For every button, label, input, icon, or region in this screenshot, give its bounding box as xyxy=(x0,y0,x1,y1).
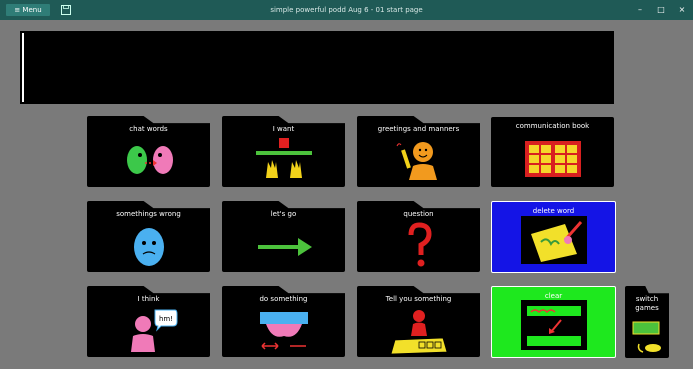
greetings-icon xyxy=(396,142,437,180)
tile-do-something[interactable]: do something xyxy=(222,286,345,357)
tile-question[interactable]: question xyxy=(357,201,480,272)
delete-word-icon xyxy=(520,216,587,264)
tile-label: clear xyxy=(544,292,563,300)
minimize-button[interactable]: – xyxy=(629,0,651,20)
title-bar: ≡ Menu simple powerful podd Aug 6 - 01 s… xyxy=(0,0,693,20)
tell-something-icon xyxy=(389,310,448,354)
close-button[interactable]: × xyxy=(671,0,693,20)
tile-label: switch games xyxy=(635,295,659,312)
chat-words-icon xyxy=(126,146,173,174)
tile-label: greetings and manners xyxy=(377,125,460,133)
arrow-right-icon xyxy=(257,238,312,256)
thinking-person-icon: hm! xyxy=(130,309,177,352)
tile-label: question xyxy=(403,210,434,218)
tile-label: somethings wrong xyxy=(116,210,181,218)
tile-tell-you-something[interactable]: Tell you something xyxy=(357,286,480,357)
question-mark-icon xyxy=(408,222,432,267)
hands-action-icon xyxy=(259,312,308,350)
tile-lets-go[interactable]: let's go xyxy=(222,201,345,272)
tile-label: I think xyxy=(137,295,160,303)
book-icon xyxy=(524,141,581,177)
message-window[interactable] xyxy=(20,31,614,104)
sad-face-icon xyxy=(133,228,164,266)
tile-label: I want xyxy=(272,125,295,133)
tile-label: let's go xyxy=(270,210,297,218)
i-want-icon xyxy=(255,138,312,178)
tile-delete-word[interactable]: delete word xyxy=(491,201,616,273)
tile-clear[interactable]: clear xyxy=(491,286,616,358)
tile-i-want[interactable]: I want xyxy=(222,116,345,187)
window-title: simple powerful podd Aug 6 - 01 start pa… xyxy=(270,6,423,14)
tile-label: do something xyxy=(259,295,308,303)
maximize-button[interactable]: □ xyxy=(650,0,672,20)
tile-label: Tell you something xyxy=(385,295,452,303)
tile-i-think[interactable]: I think hm! xyxy=(87,286,210,357)
svg-text:hm!: hm! xyxy=(158,315,172,323)
tile-label: delete word xyxy=(532,207,575,215)
tile-label: chat words xyxy=(129,125,168,133)
tile-somethings-wrong[interactable]: somethings wrong xyxy=(87,201,210,272)
tile-greetings[interactable]: greetings and manners xyxy=(357,116,480,187)
switch-games-icon xyxy=(632,321,661,353)
text-caret xyxy=(22,33,24,102)
tile-switch-games[interactable]: switch games xyxy=(625,286,669,358)
clear-icon xyxy=(520,300,587,350)
tile-chat-words[interactable]: chat words xyxy=(87,116,210,187)
tile-label: communication book xyxy=(515,122,590,130)
tile-communication-book[interactable]: communication book xyxy=(491,117,614,187)
